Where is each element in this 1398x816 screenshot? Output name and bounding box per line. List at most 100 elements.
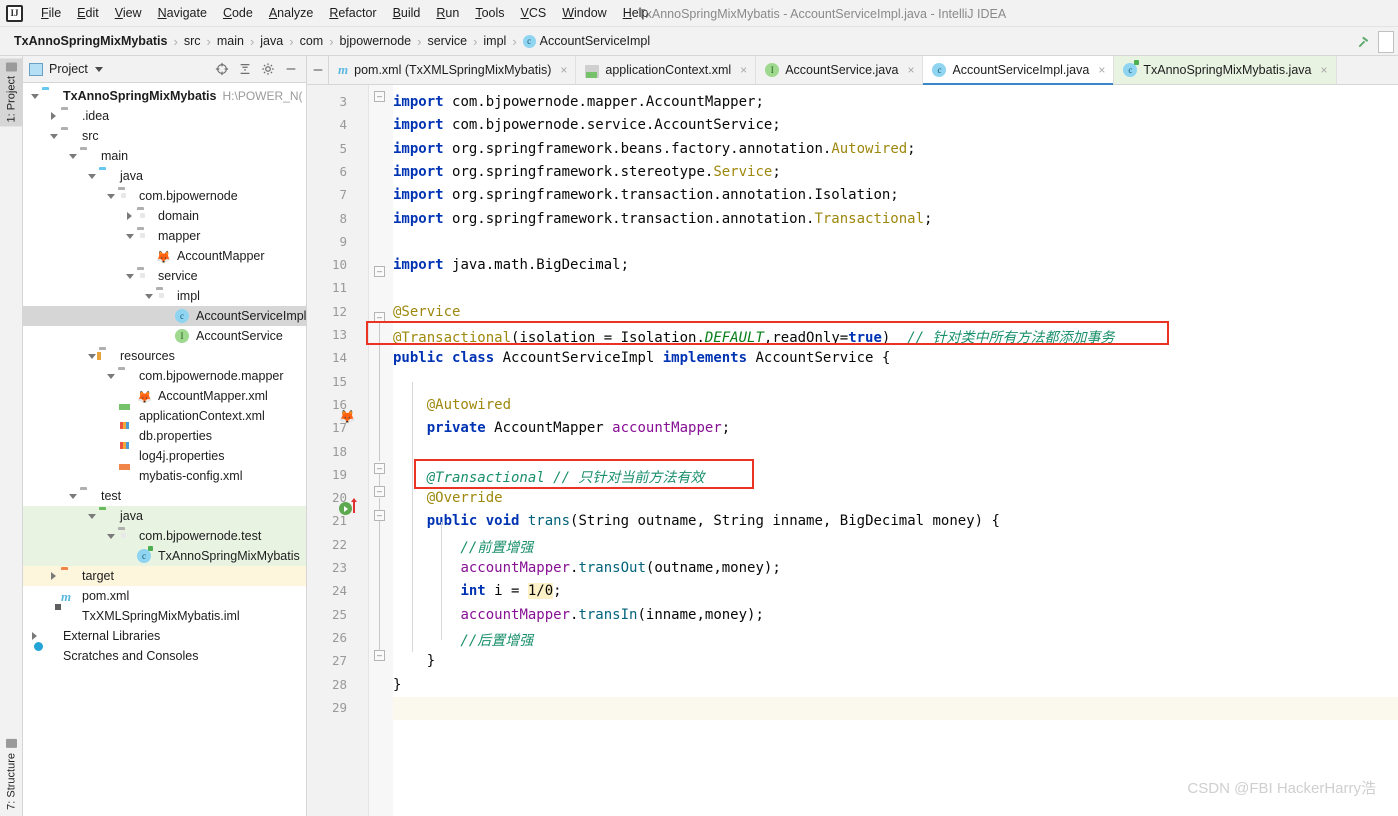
fold-marker-bigdecimal[interactable]: –: [374, 266, 385, 277]
tree-toggle-arrow[interactable]: [48, 110, 60, 122]
breadcrumb-item-impl[interactable]: impl: [479, 33, 510, 49]
fold-marker-imports[interactable]: –: [374, 91, 385, 102]
tree-node[interactable]: mapper: [23, 226, 306, 246]
tool-window-button-structure[interactable]: 7: Structure: [0, 735, 23, 814]
editor-tab-applicationcontext-xml[interactable]: applicationContext.xml ×: [576, 56, 757, 84]
tree-toggle-arrow[interactable]: [86, 510, 98, 522]
breadcrumb-item-bjpowernode[interactable]: bjpowernode: [336, 33, 416, 49]
tree-node[interactable]: m pom.xml: [23, 586, 306, 606]
tree-node[interactable]: impl: [23, 286, 306, 306]
tree-node[interactable]: com.bjpowernode.test: [23, 526, 306, 546]
breadcrumb-item-txannospringmixmybatis[interactable]: TxAnnoSpringMixMybatis: [10, 33, 171, 49]
code-line[interactable]: [307, 231, 1398, 254]
tree-node[interactable]: .idea: [23, 106, 306, 126]
editor-tab-txannospringmixmybatis-java[interactable]: c TxAnnoSpringMixMybatis.java ×: [1114, 56, 1337, 84]
fold-marker-method-end[interactable]: –: [374, 650, 385, 661]
close-icon[interactable]: ×: [1098, 63, 1105, 77]
run-configuration-field[interactable]: [1378, 30, 1394, 53]
tree-node[interactable]: com.bjpowernode: [23, 186, 306, 206]
fold-marker-method-20[interactable]: –: [374, 486, 385, 497]
gear-icon[interactable]: [261, 62, 275, 76]
tree-toggle-arrow[interactable]: [105, 370, 117, 382]
tree-toggle-arrow[interactable]: [29, 90, 41, 102]
fold-marker-method-body[interactable]: –: [374, 510, 385, 521]
fold-marker-method-19[interactable]: –: [374, 463, 385, 474]
close-icon[interactable]: ×: [1320, 63, 1327, 77]
menu-build[interactable]: Build: [385, 4, 429, 22]
tree-toggle-arrow[interactable]: [105, 190, 117, 202]
menu-tools[interactable]: Tools: [467, 4, 512, 22]
editor-tab-accountservice-java[interactable]: I AccountService.java ×: [756, 56, 924, 84]
tree-node[interactable]: db.properties: [23, 426, 306, 446]
menu-edit[interactable]: Edit: [69, 4, 107, 22]
tree-node[interactable]: applicationContext.xml: [23, 406, 306, 426]
override-gutter-icon[interactable]: [351, 498, 357, 513]
code-line[interactable]: [307, 650, 1398, 673]
tree-toggle-arrow[interactable]: [67, 150, 79, 162]
tree-toggle-arrow[interactable]: [143, 290, 155, 302]
code-line[interactable]: [307, 301, 1398, 324]
code-line[interactable]: [307, 441, 1398, 464]
code-editor[interactable]: 3 import com.bjpowernode.mapper.AccountMa…: [307, 85, 1398, 816]
tree-node[interactable]: c TxAnnoSpringMixMybatis: [23, 546, 306, 566]
hide-tabs-button[interactable]: [307, 56, 329, 84]
hide-panel-icon[interactable]: [284, 62, 298, 76]
tree-toggle-arrow[interactable]: [67, 490, 79, 502]
chevron-down-icon[interactable]: [94, 66, 103, 72]
tree-toggle-arrow[interactable]: [48, 570, 60, 582]
editor-tab-pom-xml-txxmlspringmixmybatis-[interactable]: m pom.xml (TxXMLSpringMixMybatis) ×: [329, 56, 577, 84]
breadcrumb-item-service[interactable]: service: [423, 33, 471, 49]
menu-file[interactable]: File: [33, 4, 69, 22]
close-icon[interactable]: ×: [740, 63, 747, 77]
menu-run[interactable]: Run: [428, 4, 467, 22]
tree-node[interactable]: 🦊 AccountMapper.xml: [23, 386, 306, 406]
tree-node[interactable]: service: [23, 266, 306, 286]
code-line[interactable]: [307, 371, 1398, 394]
spring-bean-gutter-icon[interactable]: 🦊: [339, 409, 355, 425]
breadcrumb-item-com[interactable]: com: [296, 33, 328, 49]
code-line[interactable]: [307, 674, 1398, 697]
tree-node[interactable]: src: [23, 126, 306, 146]
menu-analyze[interactable]: Analyze: [261, 4, 321, 22]
tree-node[interactable]: TxXMLSpringMixMybatis.iml: [23, 606, 306, 626]
tree-node[interactable]: test: [23, 486, 306, 506]
code-line[interactable]: [393, 696, 1398, 721]
tree-node[interactable]: resources: [23, 346, 306, 366]
tree-toggle-arrow[interactable]: [124, 270, 136, 282]
tree-node[interactable]: java: [23, 166, 306, 186]
menu-view[interactable]: View: [107, 4, 150, 22]
run-method-gutter-icon[interactable]: [339, 502, 352, 515]
tree-node[interactable]: main: [23, 146, 306, 166]
tree-node[interactable]: Scratches and Consoles: [23, 646, 306, 666]
menu-navigate[interactable]: Navigate: [150, 4, 215, 22]
collapse-all-icon[interactable]: [238, 62, 252, 76]
fold-marker-class[interactable]: –: [374, 312, 385, 323]
tree-node[interactable]: java: [23, 506, 306, 526]
breadcrumb-item-java[interactable]: java: [256, 33, 287, 49]
menu-vcs[interactable]: VCS: [513, 4, 555, 22]
menu-window[interactable]: Window: [554, 4, 614, 22]
tree-toggle-arrow[interactable]: [86, 170, 98, 182]
tree-toggle-arrow[interactable]: [29, 630, 41, 642]
tree-node[interactable]: 🦊 AccountMapper: [23, 246, 306, 266]
tree-toggle-arrow[interactable]: [48, 130, 60, 142]
tree-node[interactable]: mybatis-config.xml: [23, 466, 306, 486]
tree-node[interactable]: I AccountService: [23, 326, 306, 346]
tree-node[interactable]: c AccountServiceImpl: [23, 306, 306, 326]
tree-node[interactable]: External Libraries: [23, 626, 306, 646]
close-icon[interactable]: ×: [907, 63, 914, 77]
breadcrumb-item-main[interactable]: main: [213, 33, 248, 49]
tree-node[interactable]: TxAnnoSpringMixMybatis H:\POWER_N(: [23, 86, 306, 106]
tool-window-button-project[interactable]: 1: Project: [0, 58, 23, 127]
close-icon[interactable]: ×: [560, 63, 567, 77]
tree-node[interactable]: com.bjpowernode.mapper: [23, 366, 306, 386]
breadcrumb-item-accountserviceimpl[interactable]: c AccountServiceImpl: [519, 33, 654, 49]
menu-refactor[interactable]: Refactor: [321, 4, 384, 22]
editor-tab-accountserviceimpl-java[interactable]: c AccountServiceImpl.java ×: [923, 56, 1115, 85]
target-icon[interactable]: [215, 62, 229, 76]
breadcrumb-item-src[interactable]: src: [180, 33, 205, 49]
code-line[interactable]: [307, 277, 1398, 300]
menu-code[interactable]: Code: [215, 4, 261, 22]
tree-toggle-arrow[interactable]: [124, 230, 136, 242]
tree-node[interactable]: domain: [23, 206, 306, 226]
